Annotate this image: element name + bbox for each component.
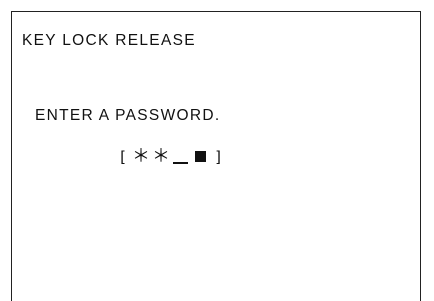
password-open-bracket: [ xyxy=(120,147,126,166)
password-prompt: ENTER A PASSWORD. xyxy=(35,107,221,124)
password-field[interactable]: [ ＊ ＊ ] xyxy=(118,146,223,168)
password-close-bracket: ] xyxy=(215,147,221,166)
screen-title: KEY LOCK RELEASE xyxy=(22,32,196,49)
password-empty-slot xyxy=(172,149,188,165)
lcd-screen: KEY LOCK RELEASE ENTER A PASSWORD. [ ＊ ＊… xyxy=(11,11,421,301)
password-cursor-block xyxy=(192,149,208,165)
password-char-1: ＊ xyxy=(132,146,150,167)
password-char-2: ＊ xyxy=(152,146,170,167)
